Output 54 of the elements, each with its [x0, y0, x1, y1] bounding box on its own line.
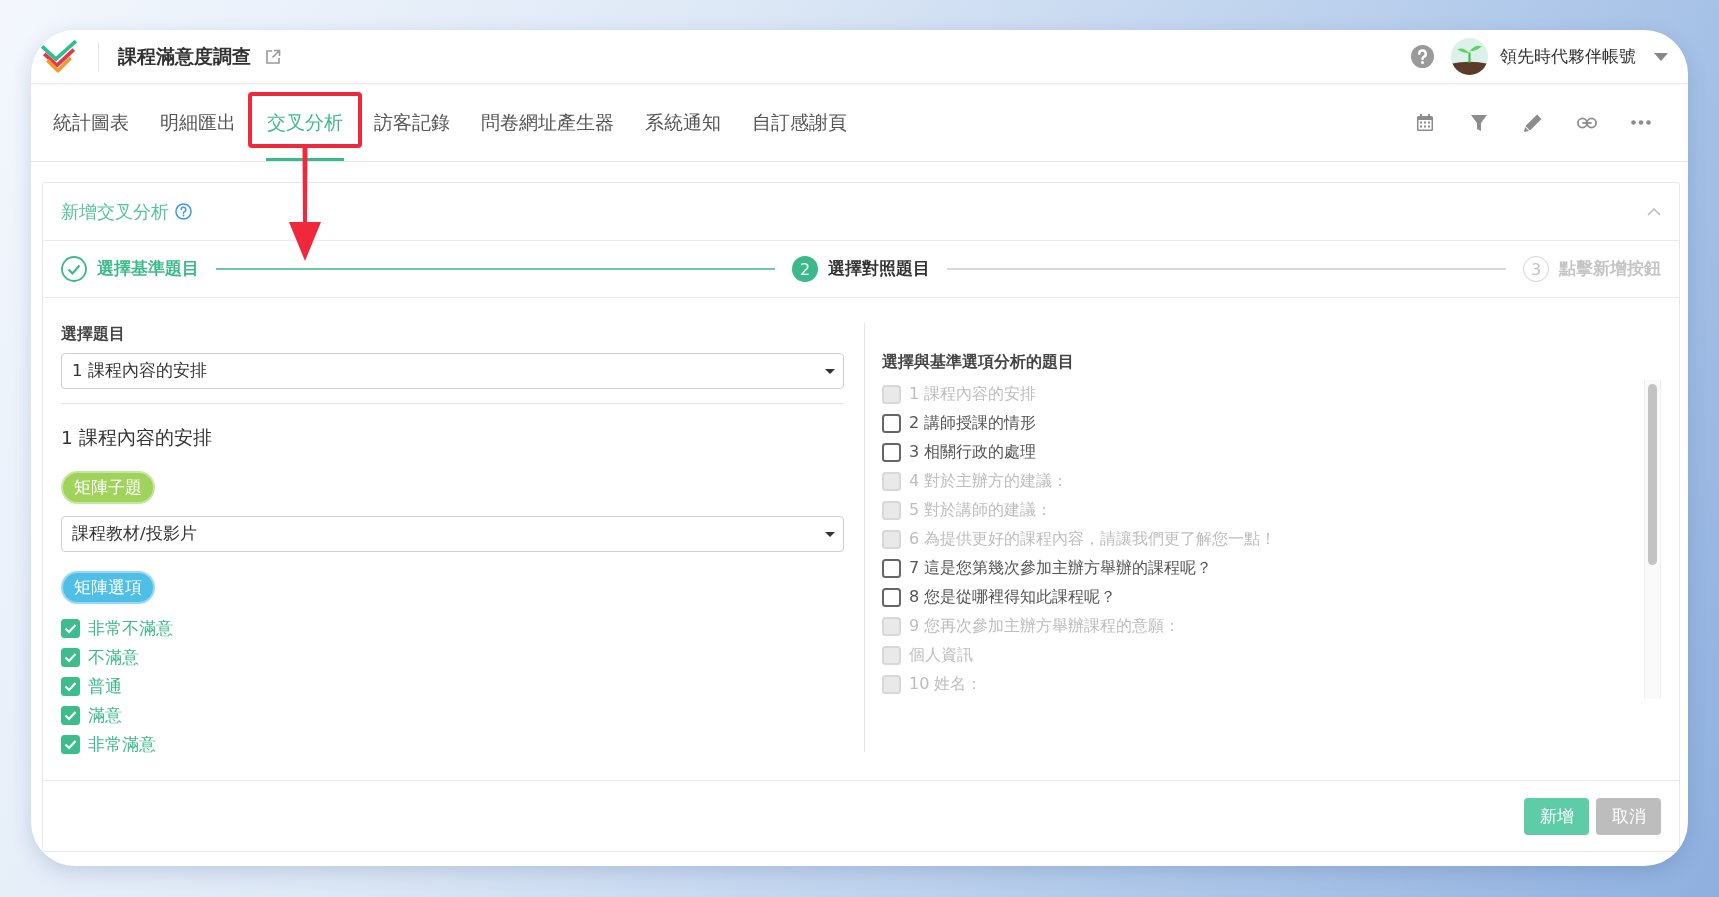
checkbox[interactable] [61, 648, 80, 667]
logo-icon [40, 38, 78, 75]
options-badge: 矩陣選項 [61, 571, 155, 604]
chevron-icon[interactable] [1647, 207, 1661, 216]
question-option-label: 個人資訊 [909, 645, 973, 666]
sprout-avatar-icon [1451, 38, 1488, 75]
question-select[interactable]: 1 課程內容的安排 [61, 353, 844, 389]
checkbox[interactable] [61, 619, 80, 638]
option-label: 非常不滿意 [88, 617, 173, 640]
question-title: 1 課程內容的安排 [61, 426, 213, 450]
checkbox[interactable] [882, 559, 901, 578]
tab[interactable]: 系統通知 [644, 84, 722, 161]
question-option-label: 1 課程內容的安排 [909, 384, 1037, 405]
help-icon[interactable] [1411, 45, 1434, 68]
subquestion-select[interactable]: 課程教材/投影片 [61, 516, 844, 552]
caret-icon [825, 368, 835, 374]
question-option-label: 5 對於講師的建議： [909, 500, 1053, 521]
option-label: 普通 [88, 675, 122, 698]
tab[interactable]: 自訂感謝頁 [751, 84, 848, 161]
caret-icon [1654, 52, 1668, 61]
question-option-label: 7 這是您第幾次參加主辦方舉辦的課程呢？ [909, 558, 1213, 579]
survey-title: 課程滿意度調查 [118, 43, 251, 69]
question-option-label: 10 姓名： [909, 674, 983, 695]
option-label: 不滿意 [88, 646, 139, 669]
compare-title: 選擇與基準選項分析的題目 [882, 351, 1075, 373]
question-option-label: 9 您再次參加主辦方舉辦課程的意願： [909, 616, 1181, 637]
step-number: 2 [792, 256, 818, 282]
question-option-label: 8 您是從哪裡得知此課程呢？ [909, 587, 1117, 608]
step-label: 點擊新增按鈕 [1559, 258, 1661, 280]
checkbox[interactable] [882, 414, 901, 433]
checkbox[interactable] [61, 706, 80, 725]
checkbox[interactable] [61, 735, 80, 754]
question-option-label: 3 相關行政的處理 [909, 442, 1037, 463]
step-label: 選擇基準題目 [97, 258, 199, 280]
checkbox[interactable] [882, 588, 901, 607]
checkbox[interactable] [882, 443, 901, 462]
option-label: 非常滿意 [88, 733, 156, 756]
step-label: 選擇對照題目 [828, 258, 930, 280]
tab[interactable]: 訪客記錄 [373, 84, 451, 161]
question-option-label: 2 講師授課的情形 [909, 413, 1037, 434]
panel-title: 新增交叉分析 [61, 199, 169, 224]
help-icon[interactable] [175, 203, 192, 220]
tab[interactable]: 明細匯出 [159, 84, 237, 161]
tab[interactable]: 問卷網址產生器 [480, 84, 615, 161]
tab[interactable]: 統計圖表 [52, 84, 130, 161]
scrollbar-thumb[interactable] [1648, 384, 1657, 565]
checkbox[interactable] [61, 677, 80, 696]
subquestion-badge: 矩陣子題 [61, 471, 155, 504]
account-menu[interactable]: 領先時代夥伴帳號 [1451, 38, 1668, 75]
external-link-icon[interactable] [265, 48, 281, 65]
option-label: 滿意 [88, 704, 122, 727]
caret-icon [825, 531, 835, 537]
question-option-label: 4 對於主辦方的建議： [909, 471, 1069, 492]
field-label: 選擇題目 [61, 323, 126, 345]
